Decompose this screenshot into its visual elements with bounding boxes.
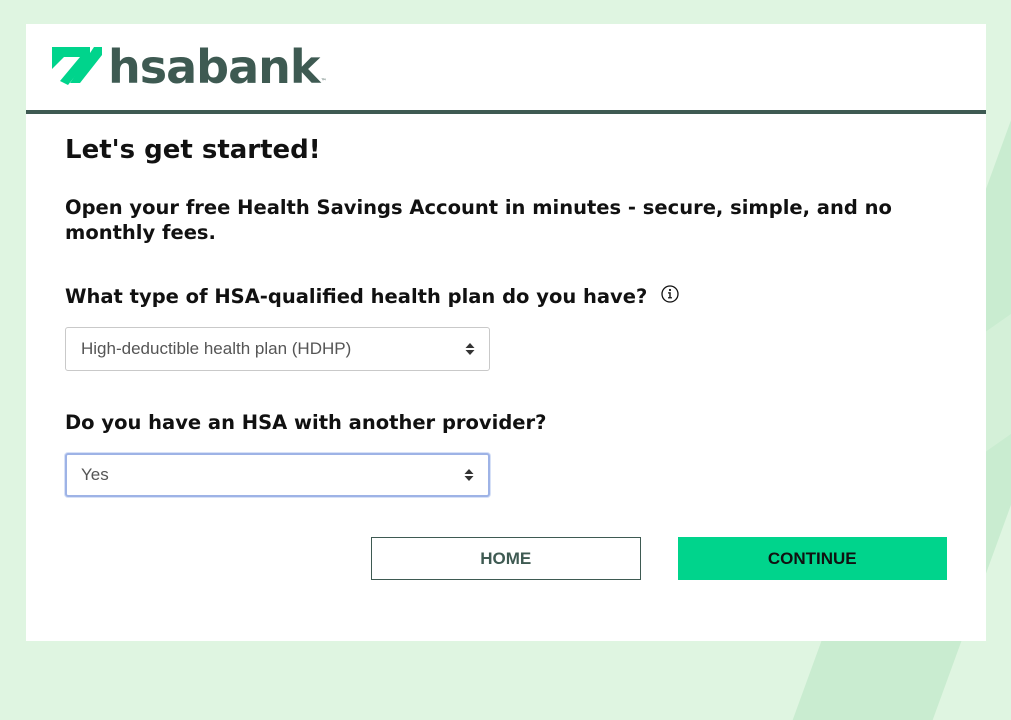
other-provider-selected-value: Yes — [81, 465, 109, 485]
continue-button[interactable]: CONTINUE — [677, 537, 947, 581]
home-button[interactable]: HOME — [371, 537, 641, 581]
signup-card: hsabank ™ Let's get started! Open your f… — [26, 24, 986, 641]
info-circle-icon[interactable] — [661, 285, 679, 303]
other-provider-select[interactable]: Yes — [65, 453, 490, 498]
page-subtitle: Open your free Health Savings Account in… — [65, 195, 892, 244]
health-plan-select[interactable]: High-deductible health plan (HDHP) — [65, 327, 490, 372]
form-content: Let's get started! Open your free Health… — [26, 114, 986, 581]
health-plan-question: What type of HSA-qualified health plan d… — [65, 285, 947, 372]
hsabank-logo[interactable]: hsabank ™ — [50, 43, 326, 91]
other-provider-label: Do you have an HSA with another provider… — [65, 411, 547, 435]
header: hsabank ™ — [26, 24, 986, 114]
trademark-symbol: ™ — [320, 78, 327, 85]
health-plan-label: What type of HSA-qualified health plan d… — [65, 285, 648, 309]
brand-name: hsabank — [108, 40, 320, 94]
sort-arrows-icon — [464, 468, 474, 482]
sort-arrows-icon — [465, 342, 475, 356]
health-plan-label-row: What type of HSA-qualified health plan d… — [65, 285, 947, 308]
action-buttons: HOME CONTINUE — [65, 537, 947, 581]
other-provider-question: Do you have an HSA with another provider… — [65, 411, 947, 498]
page-title: Let's get started! — [65, 135, 321, 165]
health-plan-selected-value: High-deductible health plan (HDHP) — [81, 339, 352, 359]
other-provider-label-row: Do you have an HSA with another provider… — [65, 411, 947, 434]
arrow-logo-icon — [52, 47, 102, 85]
